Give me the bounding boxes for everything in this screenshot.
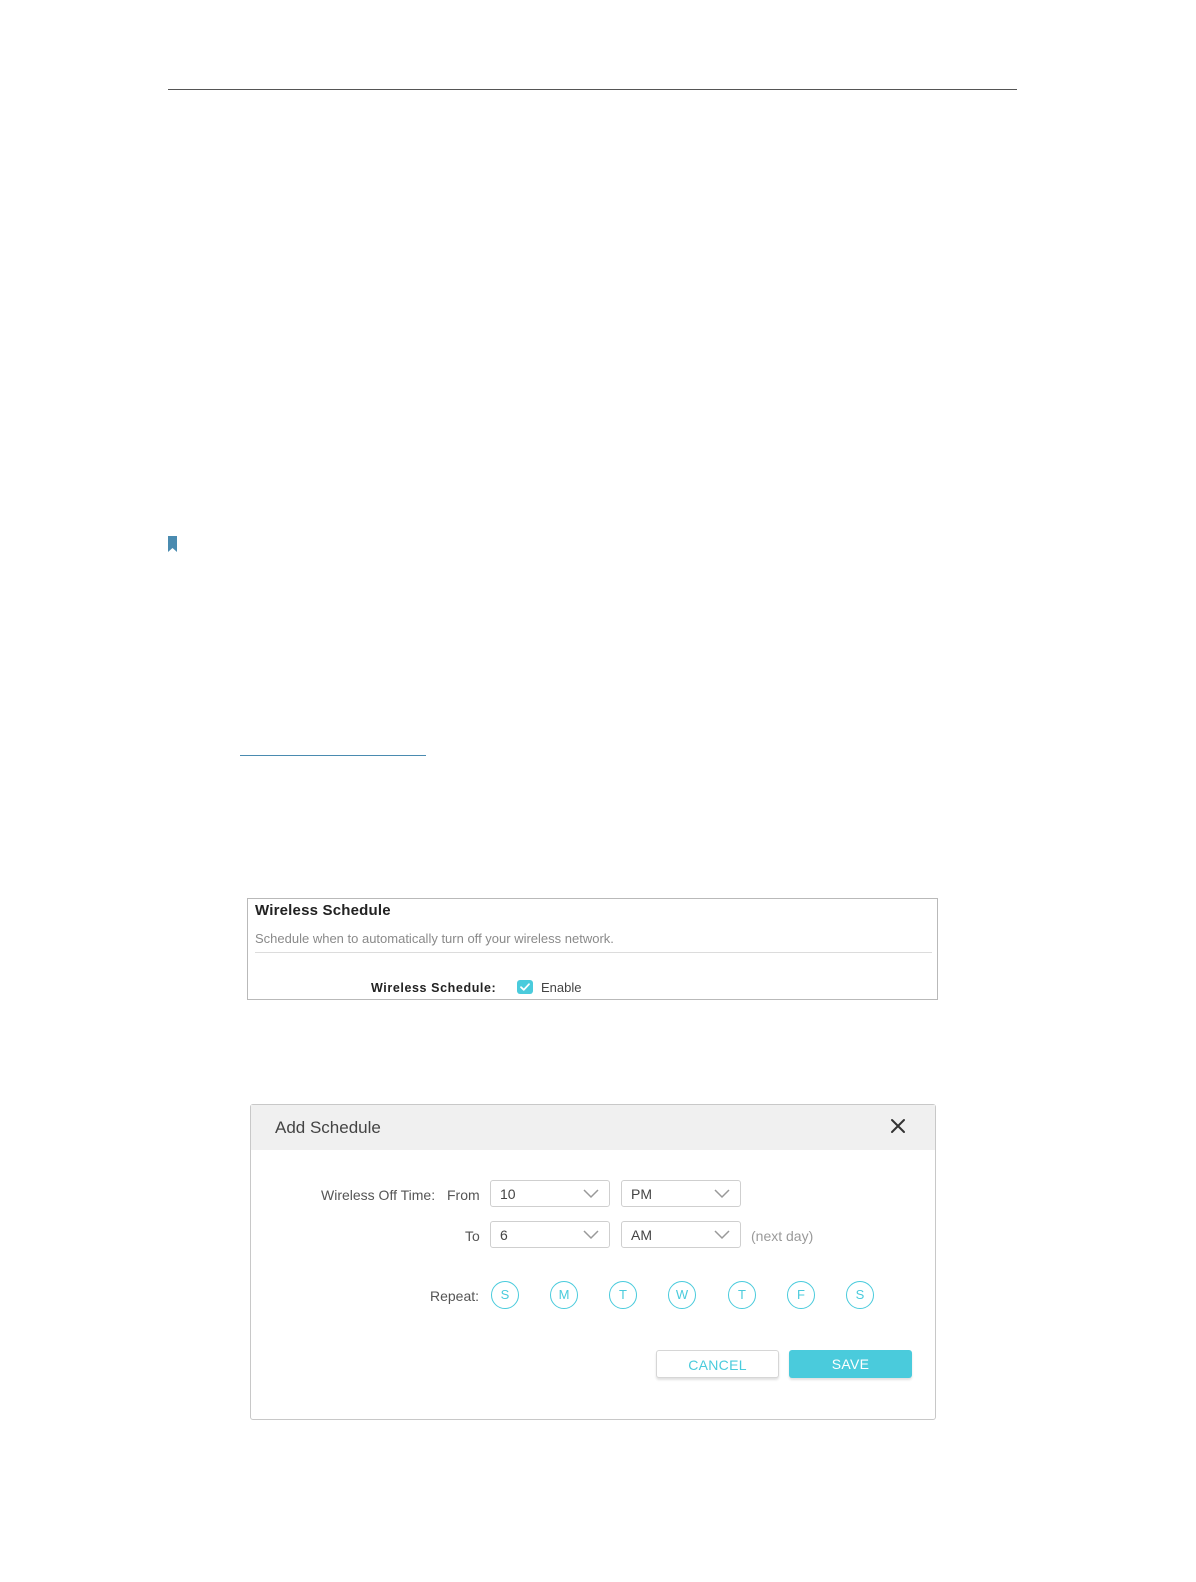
day-toggle-saturday[interactable]: S [846,1281,874,1309]
panel-divider [255,952,932,953]
to-period-value: AM [631,1227,652,1243]
enable-checkbox[interactable] [517,980,533,994]
from-hour-value: 10 [500,1186,516,1202]
link-underline [240,755,426,756]
panel-title: Wireless Schedule [255,902,391,919]
day-toggle-wednesday[interactable]: W [668,1281,696,1309]
dialog-title: Add Schedule [275,1118,381,1137]
add-schedule-dialog: Add Schedule Wireless Off Time: From 10 … [250,1104,936,1420]
wireless-schedule-panel: Wireless Schedule Schedule when to autom… [247,898,938,1000]
save-button[interactable]: SAVE [789,1350,912,1378]
from-label: From [447,1187,480,1203]
day-toggle-friday[interactable]: F [787,1281,815,1309]
bookmark-icon [168,536,177,552]
checkmark-icon [520,983,530,991]
chevron-down-icon [714,1189,730,1199]
panel-description: Schedule when to automatically turn off … [255,931,614,946]
close-icon[interactable] [889,1117,907,1135]
to-hour-value: 6 [500,1227,508,1243]
off-time-label: Wireless Off Time: [321,1187,436,1203]
chevron-down-icon [583,1230,599,1240]
repeat-label: Repeat: [430,1288,480,1304]
header-rule [168,89,1017,90]
day-toggle-thursday[interactable]: T [728,1281,756,1309]
cancel-button[interactable]: CANCEL [656,1350,779,1378]
enable-label: Enable [541,980,582,995]
day-toggle-monday[interactable]: M [550,1281,578,1309]
from-period-select[interactable]: PM [621,1180,741,1207]
next-day-hint: (next day) [751,1228,814,1244]
day-toggle-tuesday[interactable]: T [609,1281,637,1309]
chevron-down-icon [714,1230,730,1240]
to-period-select[interactable]: AM [621,1221,741,1248]
day-toggle-sunday[interactable]: S [491,1281,519,1309]
to-label: To [465,1228,480,1244]
to-hour-select[interactable]: 6 [490,1221,610,1248]
from-hour-select[interactable]: 10 [490,1180,610,1207]
wireless-schedule-label: Wireless Schedule: [371,981,497,995]
from-period-value: PM [631,1186,652,1202]
dialog-header: Add Schedule [251,1105,935,1150]
chevron-down-icon [583,1189,599,1199]
